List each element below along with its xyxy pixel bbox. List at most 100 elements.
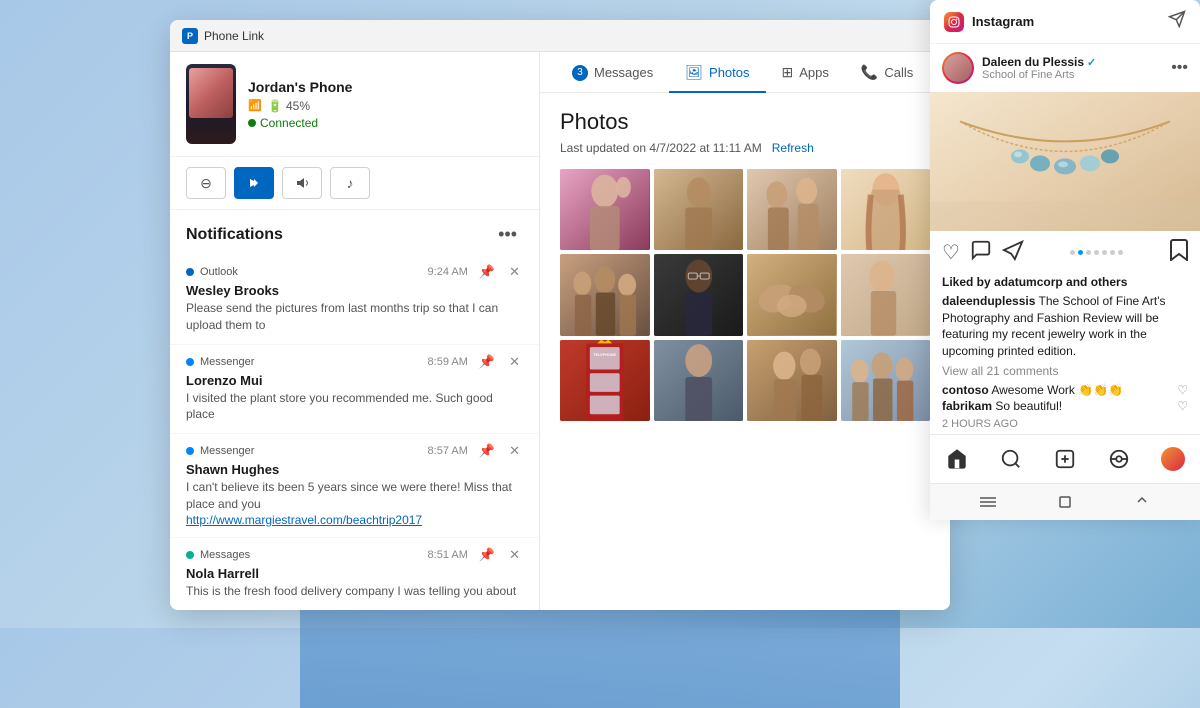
comment-button[interactable] [970, 239, 992, 267]
photos-last-updated: Last updated on 4/7/2022 at 11:11 AM [560, 141, 762, 155]
ig-nav-search[interactable] [984, 444, 1038, 474]
share-button[interactable] [1002, 239, 1024, 267]
phone-screen [189, 68, 233, 118]
calls-tab-icon: 📞 [861, 64, 878, 81]
ig-phone-bar [930, 483, 1200, 520]
tab-calls[interactable]: 📞 Calls [845, 52, 929, 93]
messages-badge: 3 [572, 65, 588, 81]
notif-message: I can't believe its been 5 years since w… [186, 479, 523, 513]
notification-item[interactable]: Outlook 9:24 AM 📌 ✕ Wesley Brooks Please… [170, 255, 539, 345]
refresh-link[interactable]: Refresh [772, 141, 814, 155]
notif-time: 9:24 AM [428, 266, 468, 278]
notification-item[interactable]: Messenger 8:57 AM 📌 ✕ Shawn Hughes I can… [170, 434, 539, 538]
notifications-menu-button[interactable]: ••• [492, 222, 523, 247]
notif-time: 8:59 AM [428, 356, 468, 368]
instagram-logo [944, 12, 964, 32]
tab-messages[interactable]: 3 Messages [556, 52, 669, 93]
photo-cell[interactable] [747, 169, 837, 250]
ig-comment-2: fabrikam So beautiful! [942, 399, 1062, 413]
phone-back-button[interactable] [973, 492, 1003, 512]
phone-home-button[interactable] [1050, 492, 1080, 512]
photo-cell[interactable] [747, 254, 837, 335]
photo-cell[interactable] [654, 169, 744, 250]
ig-comment-text-2: So beautiful! [995, 399, 1062, 413]
ig-avatar-inner [944, 54, 972, 82]
phone-recents-button[interactable] [1127, 492, 1157, 512]
tab-photos-label: Photos [709, 65, 749, 80]
connected-row: Connected [248, 116, 523, 130]
photos-area: Photos Last updated on 4/7/2022 at 11:11… [540, 93, 950, 610]
photo-cell[interactable] [841, 169, 931, 250]
notif-message: This is the fresh food delivery company … [186, 583, 523, 600]
ig-username-text: Daleen du Plessis [982, 55, 1084, 69]
pin-icon[interactable]: 📌 [476, 263, 498, 281]
phone-link-window: P Phone Link Jordan's Phone 📶 🔋 45% [170, 20, 950, 610]
notif-app-row: Messages [186, 549, 250, 561]
notif-top-row: Messages 8:51 AM 📌 ✕ [186, 546, 523, 564]
photo-cell[interactable] [654, 340, 744, 421]
carousel-dot [1118, 250, 1123, 255]
close-icon[interactable]: ✕ [506, 263, 523, 281]
notif-link[interactable]: http://www.margiestravel.com/beachtrip20… [186, 513, 523, 527]
tab-apps[interactable]: ⊞ Apps [766, 52, 845, 93]
music-button[interactable]: ♪ [330, 167, 370, 199]
photo-cell[interactable] [747, 340, 837, 421]
bluetooth-button[interactable] [234, 167, 274, 199]
messages-dot [186, 551, 194, 559]
photos-grid: TELEPHONE [560, 169, 930, 421]
ig-comment-like-1[interactable]: ♡ [1177, 383, 1188, 397]
ig-nav-add[interactable] [1038, 444, 1092, 474]
notif-app-row: Messenger [186, 445, 254, 457]
close-icon[interactable]: ✕ [506, 546, 523, 564]
pin-icon[interactable]: 📌 [476, 442, 498, 460]
ig-post-header: Daleen du Plessis ✓ School of Fine Arts … [930, 44, 1200, 92]
ig-post-image [930, 92, 1200, 231]
like-button[interactable]: ♡ [942, 240, 960, 265]
ig-comment-row: contoso Awesome Work 👏👏👏 ♡ [930, 382, 1200, 398]
ig-nav-home[interactable] [930, 444, 984, 474]
ig-nav-profile[interactable] [1146, 443, 1200, 475]
ig-comment-1: contoso Awesome Work 👏👏👏 [942, 383, 1123, 397]
ig-nav-avatar [1161, 447, 1185, 471]
instagram-panel: Instagram Daleen du Plessis ✓ School of … [930, 0, 1200, 520]
notif-top-row: Outlook 9:24 AM 📌 ✕ [186, 263, 523, 281]
photo-cell[interactable] [654, 254, 744, 335]
ig-comment-like-2[interactable]: ♡ [1177, 399, 1188, 413]
photos-title: Photos [560, 109, 930, 135]
mute-button[interactable]: ⊖ [186, 167, 226, 199]
tab-photos[interactable]: 🖼 Photos [669, 52, 765, 93]
photo-cell[interactable]: TELEPHONE [560, 340, 650, 421]
notification-item[interactable]: Messenger 8:59 AM 📌 ✕ Lorenzo Mui I visi… [170, 345, 539, 435]
pin-icon[interactable]: 📌 [476, 546, 498, 564]
close-icon[interactable]: ✕ [506, 353, 523, 371]
pin-icon[interactable]: 📌 [476, 353, 498, 371]
content-area: 3 Messages 🖼 Photos ⊞ Apps 📞 Calls [540, 52, 950, 610]
notif-message: I visited the plant store you recommende… [186, 390, 523, 424]
ig-post-actions: ♡ [930, 231, 1200, 275]
outlook-dot [186, 268, 194, 276]
carousel-dot [1086, 250, 1091, 255]
ig-user-info: Daleen du Plessis ✓ School of Fine Arts [982, 55, 1171, 81]
photo-cell[interactable] [841, 340, 931, 421]
title-bar: P Phone Link [170, 20, 950, 52]
notif-message: Please send the pictures from last month… [186, 300, 523, 334]
notif-sender: Wesley Brooks [186, 283, 523, 298]
carousel-dot [1078, 250, 1083, 255]
notification-item[interactable]: Messages 8:51 AM 📌 ✕ Nola Harrell This i… [170, 538, 539, 610]
close-icon[interactable]: ✕ [506, 442, 523, 460]
instagram-title: Instagram [972, 14, 1034, 29]
notif-app-row: Messenger [186, 356, 254, 368]
photo-cell[interactable] [560, 254, 650, 335]
notifications-section: Notifications ••• Outlook 9:24 AM 📌 ✕ [170, 210, 539, 610]
ig-nav-reels[interactable] [1092, 444, 1146, 474]
tab-calls-label: Calls [884, 65, 913, 80]
ig-more-button[interactable]: ••• [1171, 59, 1188, 77]
photo-cell[interactable] [841, 254, 931, 335]
photo-cell[interactable] [560, 169, 650, 250]
messenger-dot [186, 358, 194, 366]
verified-badge: ✓ [1087, 56, 1096, 69]
ig-send-button[interactable] [1168, 10, 1186, 33]
bookmark-button[interactable] [1170, 239, 1188, 266]
ig-view-comments[interactable]: View all 21 comments [930, 364, 1200, 382]
sound-button[interactable] [282, 167, 322, 199]
